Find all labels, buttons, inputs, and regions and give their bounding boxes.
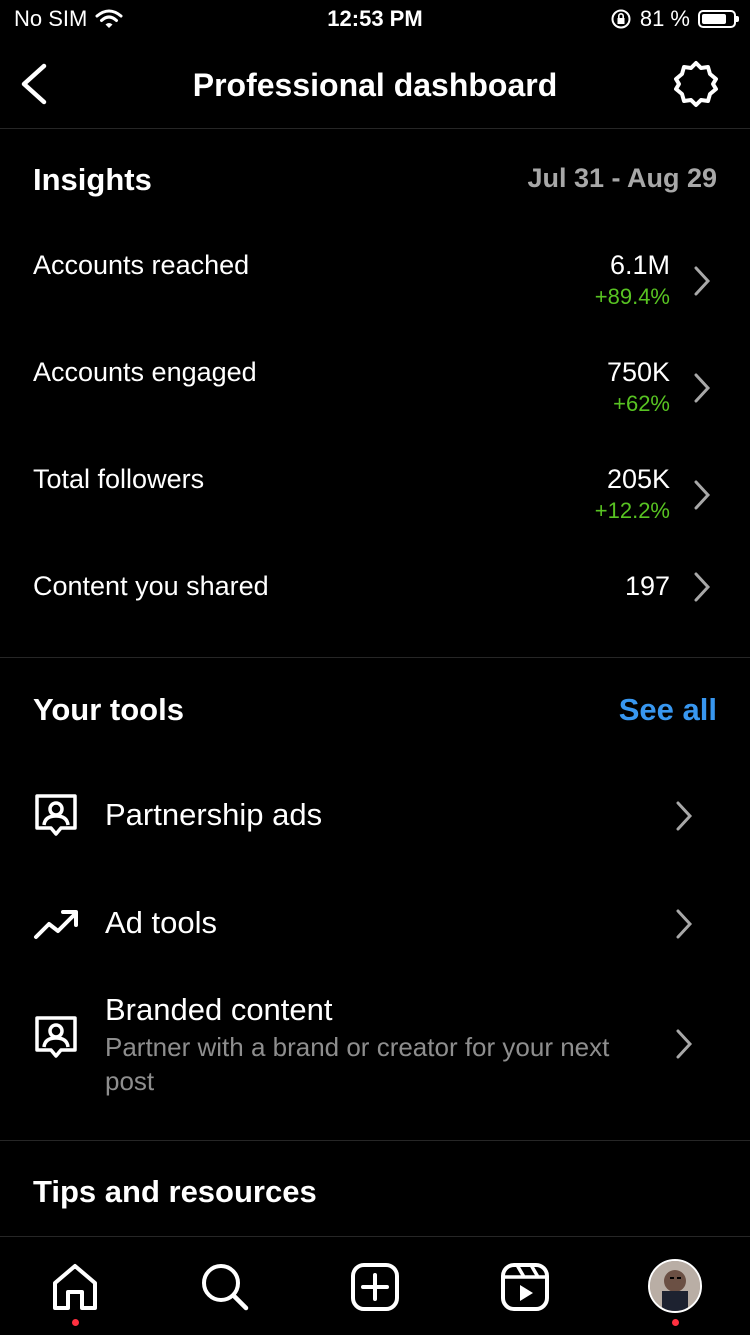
status-bar: No SIM 12:53 PM 81 % bbox=[0, 0, 750, 40]
create-icon[interactable] bbox=[349, 1261, 401, 1313]
chevron-right-icon bbox=[676, 801, 693, 831]
metric-value: 750K bbox=[606, 357, 670, 387]
tool-row-branded-content[interactable]: Branded content Partner with a brand or … bbox=[0, 990, 750, 1100]
gear-icon[interactable] bbox=[672, 60, 720, 108]
tools-title: Your tools bbox=[33, 692, 184, 727]
tool-subtitle: Partner with a brand or creator for your… bbox=[105, 1032, 610, 1096]
metric-value: 6.1M bbox=[609, 250, 670, 280]
date-range[interactable]: Jul 31 - Aug 29 bbox=[527, 163, 717, 194]
battery-percent: 81 % bbox=[639, 6, 690, 31]
chevron-right-icon bbox=[694, 572, 711, 602]
profile-notification-dot bbox=[672, 1319, 679, 1326]
tips-title: Tips and resources bbox=[33, 1174, 317, 1209]
insights-title: Insights bbox=[33, 162, 152, 197]
metric-change: +62% bbox=[613, 391, 670, 416]
metric-row-total-followers[interactable]: Total followers 205K +12.2% bbox=[0, 464, 750, 554]
section-divider bbox=[0, 1140, 750, 1141]
home-notification-dot bbox=[72, 1319, 79, 1326]
bottom-nav bbox=[0, 1236, 750, 1335]
metric-label: Accounts reached bbox=[33, 250, 250, 280]
metric-value: 205K bbox=[606, 464, 670, 494]
avatar-image bbox=[650, 1261, 700, 1311]
tool-label: Branded content bbox=[105, 992, 333, 1027]
reels-icon[interactable] bbox=[499, 1261, 551, 1313]
chevron-right-icon bbox=[694, 373, 711, 403]
tool-row-ad-tools[interactable]: Ad tools bbox=[0, 878, 750, 968]
metric-row-accounts-reached[interactable]: Accounts reached 6.1M +89.4% bbox=[0, 250, 750, 340]
tool-label: Ad tools bbox=[105, 905, 218, 940]
metric-label: Accounts engaged bbox=[33, 357, 257, 387]
trending-up-icon bbox=[34, 910, 78, 939]
metric-label: Total followers bbox=[33, 464, 205, 494]
chevron-right-icon bbox=[676, 1029, 693, 1059]
home-icon[interactable] bbox=[49, 1261, 101, 1313]
metric-change: +89.4% bbox=[594, 284, 670, 309]
tool-label: Partnership ads bbox=[105, 797, 323, 832]
search-icon[interactable] bbox=[199, 1261, 251, 1313]
metric-value: 197 bbox=[624, 571, 670, 601]
header: Professional dashboard bbox=[0, 40, 750, 129]
tool-row-partnership-ads[interactable]: Partnership ads bbox=[0, 770, 750, 860]
chevron-right-icon bbox=[694, 266, 711, 296]
metric-row-content-shared[interactable]: Content you shared 197 bbox=[0, 571, 750, 661]
status-right: 81 % bbox=[610, 6, 739, 32]
profile-avatar[interactable] bbox=[648, 1259, 702, 1313]
partnership-icon bbox=[35, 794, 77, 836]
battery-icon bbox=[698, 10, 739, 28]
metric-row-accounts-engaged[interactable]: Accounts engaged 750K +62% bbox=[0, 357, 750, 447]
section-divider bbox=[0, 657, 750, 658]
chevron-right-icon bbox=[694, 480, 711, 510]
orientation-lock-icon bbox=[611, 9, 631, 29]
chevron-right-icon bbox=[676, 909, 693, 939]
metric-change: +12.2% bbox=[594, 498, 670, 523]
page-title: Professional dashboard bbox=[192, 67, 558, 103]
metric-label: Content you shared bbox=[33, 571, 269, 601]
branded-content-icon bbox=[35, 1016, 77, 1058]
see-all-link[interactable]: See all bbox=[619, 692, 717, 728]
